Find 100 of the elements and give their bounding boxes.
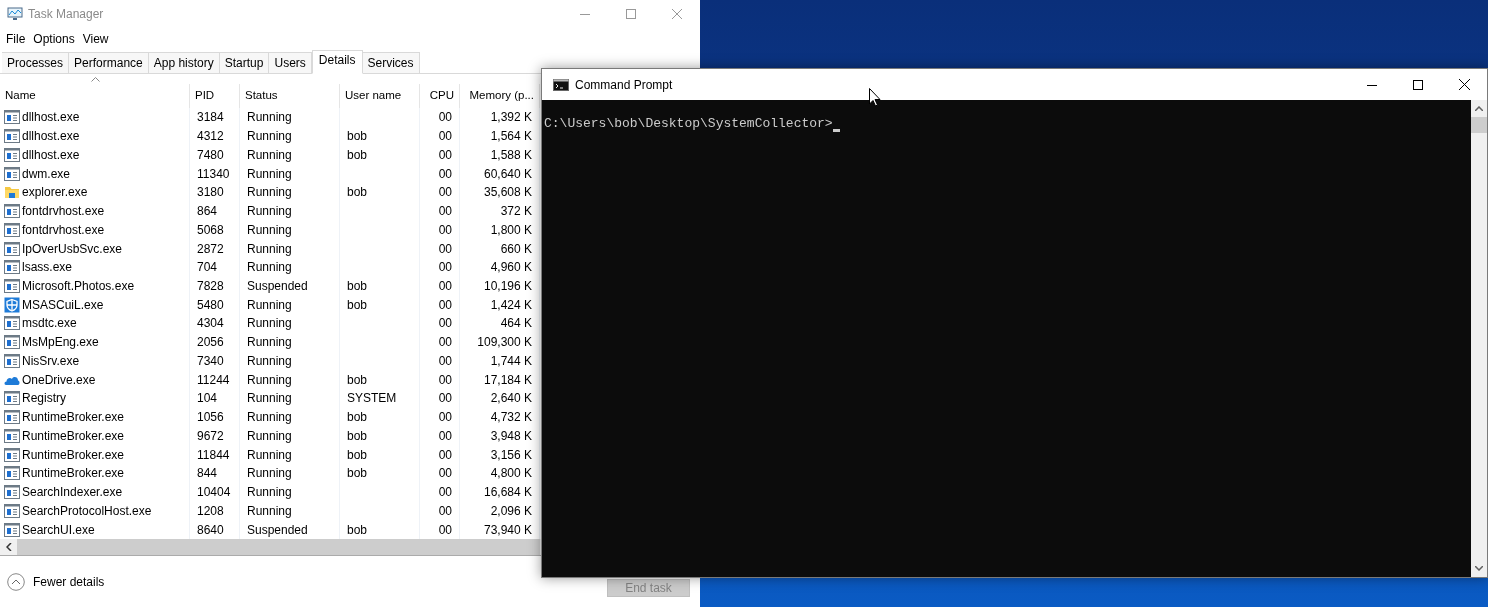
process-name: dllhost.exe [22, 146, 80, 164]
tab[interactable]: Performance [69, 52, 149, 73]
table-cell-text: bob [347, 128, 368, 146]
table-cell-text: 35,608 K [483, 184, 532, 202]
tab[interactable]: Services [362, 52, 420, 73]
table-cell-text: 1,588 K [490, 146, 532, 164]
table-cell-text: Suspended [247, 277, 308, 295]
table-cell-text: bob [347, 146, 368, 164]
table-cell-text: 16,684 K [483, 484, 532, 502]
table-cell-text: Running [247, 259, 292, 277]
table-cell-text: 8640 [197, 521, 224, 539]
application-window-icon [4, 240, 20, 257]
application-window-icon [4, 446, 20, 463]
table-cell-text: 00 [438, 427, 452, 445]
shield-icon [4, 296, 20, 313]
process-name: msdtc.exe [22, 315, 77, 333]
table-cell-text: 372 K [500, 203, 532, 221]
table-cell-text: Running [247, 409, 292, 427]
table-cell-text: bob [347, 371, 368, 389]
table-cell-text: 1056 [197, 409, 224, 427]
tab[interactable]: Processes [2, 52, 70, 73]
fewer-details-button[interactable]: Fewer details [7, 572, 105, 591]
table-cell-text: 2,640 K [490, 390, 532, 408]
process-name: SearchIndexer.exe [22, 484, 123, 502]
tab[interactable]: Users [269, 52, 312, 73]
application-window-icon [4, 334, 20, 351]
console-icon [553, 78, 569, 91]
table-cell-text: 1,800 K [490, 221, 532, 239]
table-cell-text: Running [247, 221, 292, 239]
mouse-pointer-icon [869, 88, 881, 107]
table-cell-text: 1,392 K [490, 109, 532, 127]
table-cell-text: 00 [438, 484, 452, 502]
column-header[interactable]: Name [0, 84, 190, 108]
application-window-icon [4, 277, 20, 294]
table-cell-text: 1,744 K [490, 352, 532, 370]
table-cell-text: 00 [438, 390, 452, 408]
table-cell-text: Running [247, 165, 292, 183]
table-cell-text: Running [247, 446, 292, 464]
table-cell-text: Running [247, 427, 292, 445]
table-cell-text: 2,096 K [490, 502, 532, 520]
tab[interactable]: App history [148, 52, 220, 73]
tab[interactable]: Details [311, 50, 363, 74]
column-header[interactable]: Memory (p... [460, 84, 540, 108]
tab[interactable]: Startup [219, 52, 270, 73]
table-cell-text: Running [247, 109, 292, 127]
application-window-icon [4, 465, 20, 482]
table-cell-text: 5480 [197, 296, 224, 314]
table-cell-text: 00 [438, 203, 452, 221]
table-cell-text: Running [247, 146, 292, 164]
horizontal-scrollbar-thumb[interactable] [17, 539, 540, 555]
maximize-icon [1413, 79, 1423, 90]
table-cell-text: 3184 [197, 109, 224, 127]
application-window-icon [4, 109, 20, 126]
process-name: RuntimeBroker.exe [22, 409, 125, 427]
application-window-icon [4, 352, 20, 369]
table-cell-text: 2872 [197, 240, 224, 258]
table-cell-text: 00 [438, 315, 452, 333]
menu-item[interactable]: Options [29, 29, 79, 49]
table-cell-text: 00 [438, 165, 452, 183]
vertical-scrollbar-thumb[interactable] [1471, 117, 1487, 133]
table-cell-text: 00 [438, 296, 452, 314]
application-window-icon [4, 502, 20, 519]
table-cell-text: SYSTEM [347, 390, 397, 408]
table-cell-text: 00 [438, 109, 452, 127]
monitor-chart-icon [7, 7, 23, 21]
table-cell-text: 4304 [197, 315, 224, 333]
table-cell-text: bob [347, 427, 368, 445]
table-cell-text: 11844 [197, 446, 230, 464]
process-name: MSASCuiL.exe [22, 296, 104, 314]
menu-item[interactable]: View [78, 29, 113, 49]
column-header[interactable]: CPU [420, 84, 460, 108]
table-cell-text: 00 [438, 521, 452, 539]
process-name: lsass.exe [22, 259, 73, 277]
column-header[interactable]: Status [240, 84, 340, 108]
table-cell-text: Running [247, 502, 292, 520]
application-window-icon [4, 165, 20, 182]
process-name: RuntimeBroker.exe [22, 427, 125, 445]
console-area[interactable]: C:\Users\bob\Desktop\SystemCollector> [542, 100, 1471, 577]
process-name: SearchProtocolHost.exe [22, 502, 152, 520]
table-cell-text: 11340 [197, 165, 230, 183]
application-window-icon [4, 128, 20, 145]
table-cell-text: 4,732 K [490, 409, 532, 427]
table-cell-text: 00 [438, 128, 452, 146]
table-cell-text: 844 [197, 465, 218, 483]
table-cell-text: 7340 [197, 352, 224, 370]
table-cell-text: bob [347, 446, 368, 464]
table-cell-text: Running [247, 390, 292, 408]
menu-item[interactable]: File [2, 29, 30, 49]
column-header[interactable]: User name [340, 84, 420, 108]
process-name: RuntimeBroker.exe [22, 446, 125, 464]
table-cell-text: 864 [197, 203, 218, 221]
column-header[interactable]: PID [190, 84, 240, 108]
process-name: MsMpEng.exe [22, 334, 99, 352]
table-cell-text: 00 [438, 240, 452, 258]
application-window-icon [4, 203, 20, 220]
table-cell-text: 9672 [197, 427, 224, 445]
table-cell-text: Running [247, 371, 292, 389]
table-cell-text: 4,800 K [490, 465, 532, 483]
chevron-down-icon [1475, 566, 1483, 571]
table-cell-text: Running [247, 484, 292, 502]
